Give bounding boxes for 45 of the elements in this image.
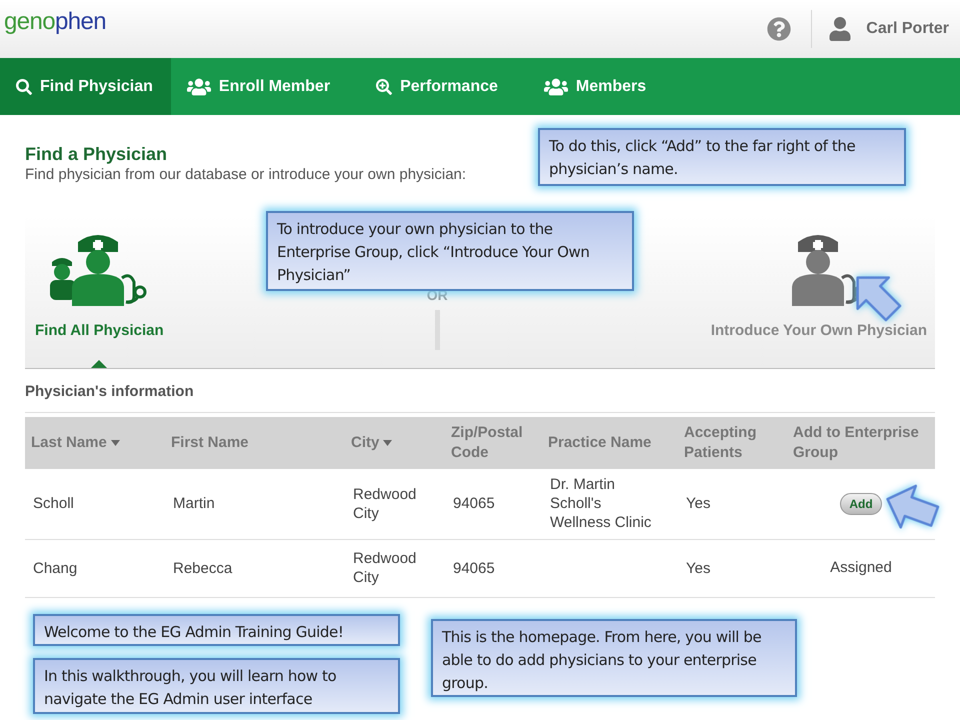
sort-icon[interactable] [383, 440, 392, 446]
people-icon [186, 76, 211, 96]
user-avatar-icon [828, 17, 852, 41]
page-subtitle: Find physician from our database or introduce your own physician: [25, 166, 466, 184]
add-button[interactable]: Add [840, 492, 882, 515]
table-cell-text: Redwood City [353, 484, 418, 523]
logo: genophen [4, 10, 106, 34]
status-text: Assigned [830, 558, 892, 578]
table-cell-text: Chang [33, 558, 78, 578]
column-header: First Name [171, 432, 249, 453]
table-cell-text: Yes [686, 558, 712, 578]
option-button[interactable]: Introduce Your Own Physician [710, 228, 935, 368]
callout-box: To introduce your own physician to the Enterprise Group, click “Introduce Your Own Physician” [266, 211, 634, 291]
column-header: Add to Enterprise Group [793, 422, 920, 463]
magnifier-icon [376, 78, 392, 94]
table-cell-text: 94065 [453, 558, 496, 578]
callout-box: This is the homepage. From here, you will be able to do add physicians to your enterprise group. [431, 619, 797, 697]
table-cell-text: Redwood City [353, 549, 418, 588]
table-cell-text: 94065 [453, 494, 496, 514]
table-title: Physician's information [25, 382, 195, 402]
help-icon[interactable] [767, 17, 792, 41]
page-title: Find a Physician [25, 143, 168, 166]
callout-box: To do this, click “Add” to the far right of the physician’s name. [538, 128, 906, 186]
column-header[interactable]: City [351, 432, 380, 453]
nav-tab[interactable]: Members [528, 58, 676, 115]
option-button[interactable]: Find All Physician [35, 228, 164, 368]
column-header[interactable]: Last Name [31, 432, 107, 453]
column-header: Practice Name [548, 432, 652, 453]
table-cell-text: Scholl [33, 494, 75, 514]
table-cell-text: Rebecca [173, 558, 234, 578]
people-icon [544, 76, 568, 96]
column-header: Accepting Patients [684, 422, 758, 463]
nav-tab[interactable]: Performance [360, 58, 528, 115]
table-cell-text: Yes [686, 494, 712, 514]
callout-box: In this walkthrough, you will learn how to navigate the EG Admin user interface [33, 658, 400, 714]
column-header: Zip/Postal Code [451, 422, 524, 463]
sort-icon[interactable] [110, 440, 120, 446]
table-cell-text: Dr. Martin Scholl's Wellness Clinic [550, 475, 652, 532]
user-name[interactable]: Carl Porter [866, 17, 949, 41]
nav-tab[interactable]: Find Physician [0, 58, 171, 115]
table-cell-text: Martin [173, 494, 216, 514]
selection-pointer [91, 360, 108, 368]
callout-box: Welcome to the EG Admin Training Guide! [33, 614, 400, 646]
nav-tab[interactable]: Enroll Member [170, 58, 360, 115]
search-icon [16, 78, 32, 94]
